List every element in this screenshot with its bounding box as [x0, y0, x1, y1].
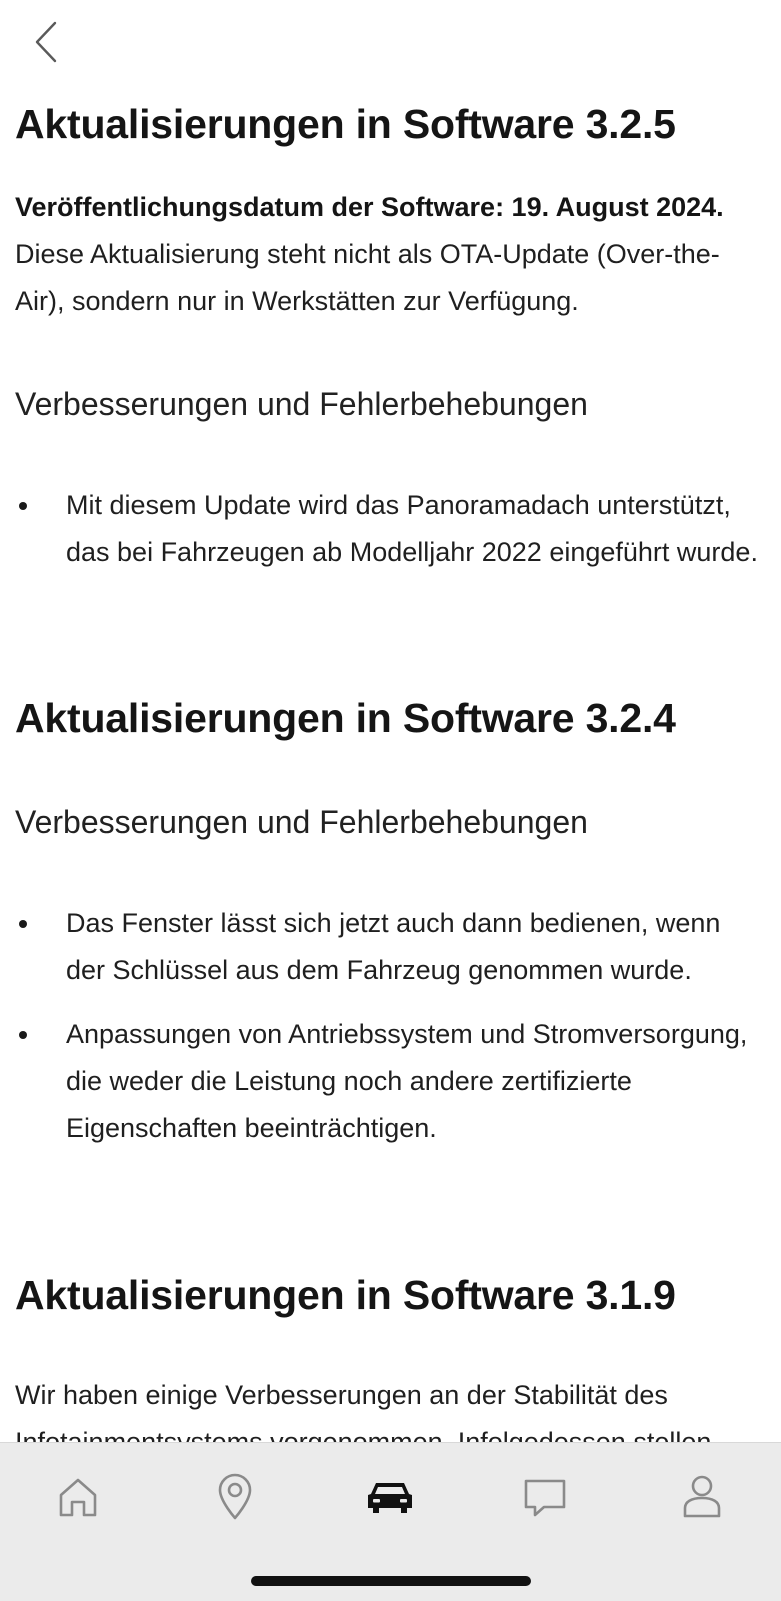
release-description: Diese Aktualisierung steht nicht als OTA…	[15, 239, 720, 316]
section-title-3-2-4: Aktualisierungen in Software 3.2.4	[15, 695, 676, 741]
list-item-text: Das Fenster lässt sich jetzt auch dann b…	[66, 908, 721, 985]
car-icon	[368, 1483, 412, 1513]
location-pin-icon	[218, 1473, 252, 1520]
bottom-tab-bar	[0, 1442, 781, 1601]
subheading-improvements-3-2-5: Verbesserungen und Fehlerbehebungen	[15, 386, 588, 422]
home-icon	[59, 1478, 97, 1517]
list-item-text: Anpassungen von Antriebssystem und Strom…	[66, 1019, 748, 1143]
tab-messages[interactable]	[515, 1469, 575, 1525]
list-item: Anpassungen von Antriebssystem und Strom…	[15, 1011, 763, 1152]
list-item-text: Mit diesem Update wird das Panoramadach …	[66, 490, 758, 567]
bullet-list-3-2-4: Das Fenster lässt sich jetzt auch dann b…	[15, 900, 763, 1169]
tab-locations[interactable]	[205, 1469, 265, 1525]
bullet-dot	[19, 502, 27, 510]
home-indicator[interactable]	[251, 1576, 531, 1586]
back-button[interactable]	[22, 18, 70, 66]
section-title-3-2-5: Aktualisierungen in Software 3.2.5	[15, 101, 676, 147]
tab-car[interactable]	[360, 1469, 420, 1525]
profile-icon	[683, 1475, 721, 1518]
release-date: Veröffentlichungsdatum der Software: 19.…	[15, 192, 724, 222]
bullet-dot	[19, 1031, 27, 1039]
list-item: Mit diesem Update wird das Panoramadach …	[15, 482, 763, 576]
chevron-left-icon	[35, 21, 57, 63]
list-item: Das Fenster lässt sich jetzt auch dann b…	[15, 900, 763, 994]
subheading-improvements-3-2-4: Verbesserungen und Fehlerbehebungen	[15, 804, 588, 840]
release-info-paragraph: Veröffentlichungsdatum der Software: 19.…	[15, 184, 763, 325]
section-title-3-1-9: Aktualisierungen in Software 3.1.9	[15, 1272, 676, 1318]
tab-home[interactable]	[48, 1469, 108, 1525]
tab-profile[interactable]	[672, 1469, 732, 1525]
bullet-list-3-2-5: Mit diesem Update wird das Panoramadach …	[15, 482, 763, 593]
bullet-dot	[19, 920, 27, 928]
chat-bubble-icon	[524, 1479, 566, 1517]
